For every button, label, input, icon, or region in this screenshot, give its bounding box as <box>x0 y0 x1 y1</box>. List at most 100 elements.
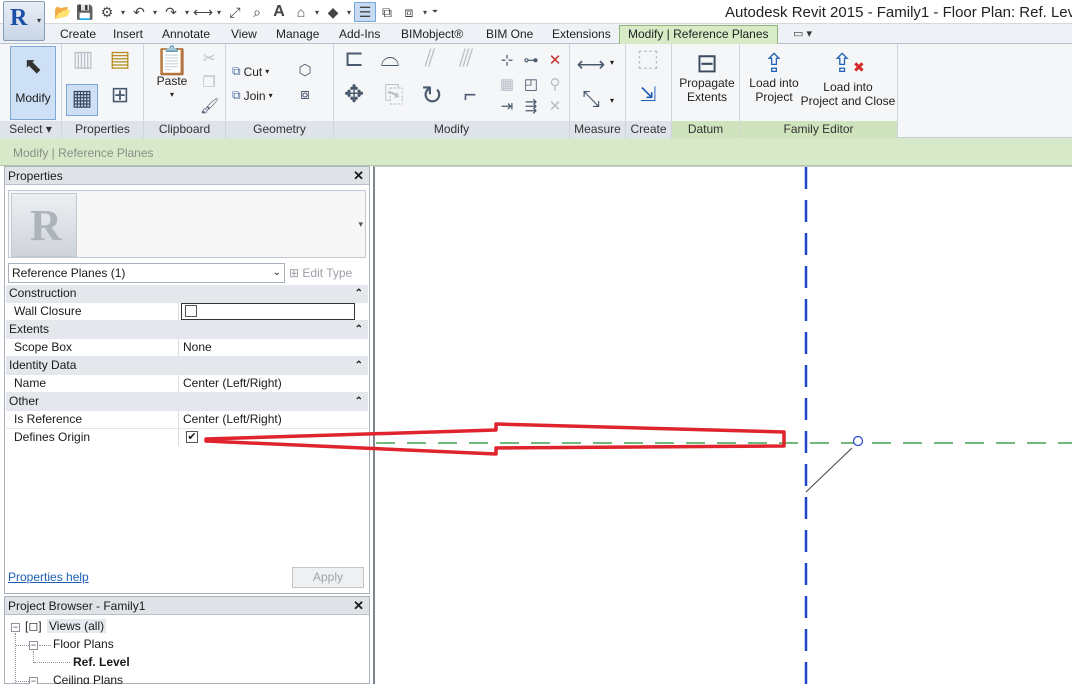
title-bar: 📂 💾 ⚙ ▾ ↶ ▾ ↷ ▾ ⟷ ▾ ⤢ ⌕ A ⌂ ▾ ◆ ▾ ☰ ⧉ ⧈ … <box>0 0 1072 24</box>
group-identity-data[interactable]: Identity Data ⌃ <box>6 357 368 375</box>
type-selector-dropdown[interactable]: Reference Planes (1) ⌄ <box>8 263 285 283</box>
switch-windows-icon[interactable]: ⧈ <box>398 2 420 22</box>
3d-view-icon[interactable]: ⌂ <box>290 2 312 22</box>
application-menu-button[interactable]: R ▾ <box>3 1 45 41</box>
close-icon[interactable]: ✕ <box>353 597 364 615</box>
rotate-icon[interactable]: ↻ <box>418 82 446 114</box>
dimension-dropdown-icon[interactable]: ▾ <box>610 96 614 105</box>
tree-item-floor-plans[interactable]: Floor Plans <box>53 637 114 651</box>
tab-annotate[interactable]: Annotate <box>162 26 210 44</box>
cut-geometry-button[interactable]: ⧉ Cut ▾ <box>232 64 269 79</box>
wall-closure-checkbox[interactable] <box>185 304 197 317</box>
text-icon[interactable]: A <box>268 2 290 22</box>
offset-icon[interactable]: ⌓ <box>376 47 404 78</box>
properties-toggle-button[interactable]: ▦ <box>66 84 98 116</box>
3d-view-dropdown-icon[interactable]: ▾ <box>312 2 322 22</box>
propagate-extents-icon: ⊟ <box>696 48 718 78</box>
section-dropdown-icon[interactable]: ▾ <box>344 2 354 22</box>
aligned-dimension-icon[interactable]: ⤢ <box>224 2 246 22</box>
edit-type-icon: ⊞ <box>289 266 300 280</box>
split-face-icon[interactable]: ⧇ <box>296 86 314 104</box>
cope-icon[interactable]: ⬡ <box>296 62 314 80</box>
load-and-close-icon: ⇪✖ <box>831 48 865 78</box>
panel-modify: ⊏ ⌓ ⫽ ⫻ ⊹ ⊶ ✕ ✥ ⎘ ↻ ⌐ ▦ ◰ ⚲ ⇥ ⇶ ✕ Modify <box>334 44 570 138</box>
panel-datum: ⊟ Propagate Extents Datum <box>672 44 740 138</box>
tab-bimobject[interactable]: BIMobject® <box>401 26 463 44</box>
tree-connector <box>16 645 29 646</box>
trim-multiple-icon[interactable]: ⇶ <box>522 98 540 116</box>
collapse-icon: ⌃ <box>354 288 363 299</box>
modify-button-label: Modify <box>15 91 51 105</box>
save-icon[interactable]: 💾 <box>74 2 96 22</box>
measure-dropdown-icon[interactable]: ▾ <box>214 2 224 22</box>
group-other[interactable]: Other ⌃ <box>6 393 368 411</box>
load-into-project-button[interactable]: ⇪ Load into Project <box>744 50 804 104</box>
create-group-icon[interactable]: ⇲ <box>634 85 662 114</box>
scale-icon[interactable]: ◰ <box>522 76 540 94</box>
tab-add-ins[interactable]: Add-Ins <box>339 26 380 44</box>
collapse-icon[interactable]: − <box>29 677 38 684</box>
trim-single-icon[interactable]: ⇥ <box>498 98 516 116</box>
move-icon[interactable]: ✥ <box>340 83 368 114</box>
tab-modify-reference-planes[interactable]: Modify | Reference Planes <box>619 25 778 45</box>
ribbon-tabs: Create Insert Annotate View Manage Add-I… <box>0 24 1072 45</box>
properties-help-link[interactable]: Properties help <box>8 570 89 584</box>
redo-dropdown-icon[interactable]: ▾ <box>182 2 192 22</box>
collapse-icon[interactable]: − <box>29 641 38 650</box>
tree-item-ref-level[interactable]: Ref. Level <box>73 655 130 669</box>
trim-extend-corner-icon[interactable]: ⌐ <box>456 84 484 114</box>
tab-manage[interactable]: Manage <box>276 26 319 44</box>
measure-dropdown-icon[interactable]: ▾ <box>610 58 614 67</box>
cursor-arrow-icon: ⬉ <box>23 53 43 78</box>
group-construction[interactable]: Construction ⌃ <box>6 285 368 303</box>
family-category-icon[interactable]: ⊞ <box>106 84 134 114</box>
paste-button[interactable]: 📋 Paste ▾ <box>154 47 190 102</box>
sync-dropdown-icon[interactable]: ▾ <box>118 2 128 22</box>
thin-lines-icon[interactable]: ☰ <box>354 2 376 22</box>
panel-select-label[interactable]: Select ▾ <box>0 121 61 138</box>
chevron-down-icon[interactable]: ▾ <box>358 219 363 230</box>
match-type-icon[interactable]: 🖌 <box>200 98 219 116</box>
mirror-draw-icon: ⫻ <box>458 45 474 72</box>
tab-view[interactable]: View <box>231 26 257 44</box>
close-hidden-windows-icon[interactable]: ⧉ <box>376 2 398 22</box>
collapse-icon[interactable]: − <box>11 623 20 632</box>
section-icon[interactable]: ◆ <box>322 2 344 22</box>
modify-button[interactable]: ⬉ Modify <box>10 46 56 120</box>
mirror-axis-icon: ⫽ <box>424 45 436 72</box>
panel-geometry: ⧉ Cut ▾ ⧉ Join ▾ ⬡ ⧇ Geometry <box>226 44 334 138</box>
split-gap-icon[interactable]: ⊶ <box>522 52 540 70</box>
tree-item-ceiling-plans[interactable]: Ceiling Plans <box>53 673 123 684</box>
apply-button[interactable]: Apply <box>292 567 364 588</box>
tree-item-views-all[interactable]: Views (all) <box>47 619 107 633</box>
measure-icon[interactable]: ⟷ <box>192 2 214 22</box>
sync-icon[interactable]: ⚙ <box>96 2 118 22</box>
tab-insert[interactable]: Insert <box>113 26 143 44</box>
array-icon: ▦ <box>499 76 515 93</box>
propagate-extents-button[interactable]: ⊟ Propagate Extents <box>676 50 738 104</box>
collapse-icon: ⌃ <box>354 360 363 371</box>
defines-origin-checkbox[interactable]: ✔ <box>186 430 198 443</box>
tab-bim-one[interactable]: BIM One <box>486 26 533 44</box>
dimension-icon[interactable]: ⤡ <box>576 88 606 110</box>
drawing-canvas[interactable] <box>373 166 1072 684</box>
undo-icon[interactable]: ↶ <box>128 2 150 22</box>
align-icon[interactable]: ⊏ <box>340 47 368 78</box>
switch-windows-dropdown-icon[interactable]: ▾ <box>420 2 430 22</box>
ribbon-minimize-icon[interactable]: ▭ ▾ <box>793 27 812 40</box>
split-element-icon[interactable]: ⊹ <box>498 52 516 70</box>
load-into-project-and-close-button[interactable]: ⇪✖ Load into Project and Close <box>798 50 898 108</box>
tag-icon[interactable]: ⌕ <box>246 2 268 22</box>
redo-icon[interactable]: ↷ <box>160 2 182 22</box>
open-icon[interactable]: 📂 <box>52 2 74 22</box>
tab-create[interactable]: Create <box>60 26 96 44</box>
group-extents[interactable]: Extents ⌃ <box>6 321 368 339</box>
close-icon[interactable]: ✕ <box>353 167 364 185</box>
join-geometry-button[interactable]: ⧉ Join ▾ <box>232 88 273 103</box>
customize-qat-icon[interactable]: ⏷ <box>430 2 440 22</box>
measure-distance-icon[interactable]: ⟷ <box>576 55 606 75</box>
undo-dropdown-icon[interactable]: ▾ <box>150 2 160 22</box>
unpin-icon[interactable]: ✕ <box>546 52 564 70</box>
tab-extensions[interactable]: Extensions <box>552 26 611 44</box>
type-properties-icon[interactable]: ▤ <box>106 48 134 76</box>
